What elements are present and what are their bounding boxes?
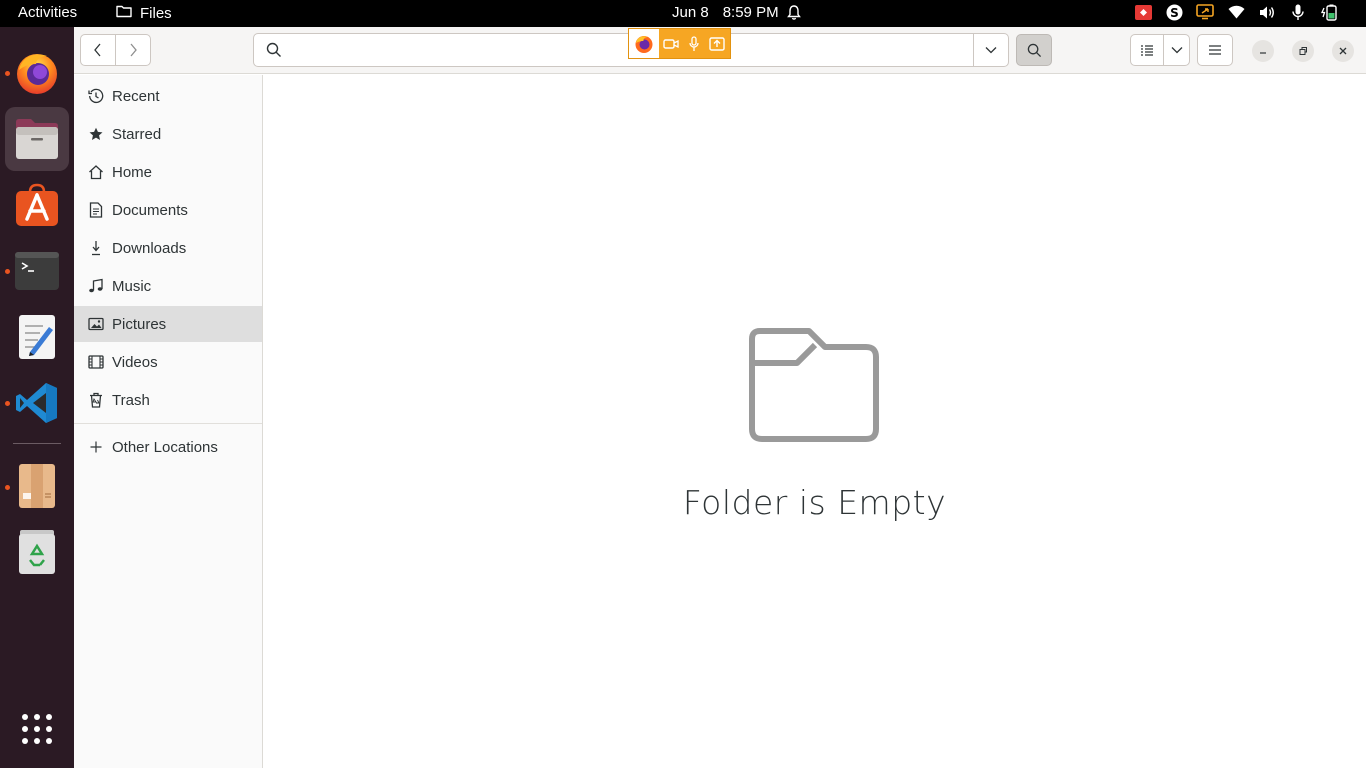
dock-files-icon[interactable] bbox=[5, 107, 69, 171]
dock-terminal-icon[interactable] bbox=[5, 239, 69, 303]
top-bar: Activities Files Jun 8 8:59 PM S bbox=[0, 0, 1366, 27]
chevron-down-icon bbox=[1171, 47, 1183, 54]
sidebar-item-label: Trash bbox=[112, 391, 150, 409]
main-menu-button[interactable] bbox=[1197, 34, 1233, 66]
video-icon bbox=[88, 354, 104, 370]
dock-vscode-icon[interactable] bbox=[5, 371, 69, 435]
sidebar-item-music[interactable]: Music bbox=[74, 268, 262, 304]
search-icon bbox=[266, 42, 282, 63]
activities-button[interactable]: Activities bbox=[18, 4, 77, 21]
empty-folder-message: Folder is Empty bbox=[682, 483, 947, 522]
sidebar-item-trash[interactable]: Trash bbox=[74, 382, 262, 418]
forward-button[interactable] bbox=[116, 35, 150, 65]
search-options-dropdown[interactable] bbox=[973, 34, 1008, 66]
battery-icon[interactable] bbox=[1320, 3, 1338, 21]
plus-icon bbox=[88, 439, 104, 455]
folder-icon bbox=[116, 4, 132, 22]
clock-time: 8:59 PM bbox=[722, 4, 779, 21]
firefox-icon bbox=[629, 29, 659, 58]
view-buttons bbox=[1130, 34, 1190, 66]
sidebar-item-label: Pictures bbox=[112, 315, 167, 333]
app-menu[interactable]: Files bbox=[116, 4, 172, 22]
sidebar: Recent Starred Home Documents Downloads … bbox=[74, 75, 263, 768]
star-icon bbox=[88, 126, 104, 142]
list-view-icon bbox=[1141, 44, 1154, 56]
system-tray[interactable]: S bbox=[1134, 3, 1338, 21]
screen-share-icon[interactable] bbox=[1196, 3, 1214, 21]
sidebar-item-label: Documents bbox=[112, 201, 188, 219]
empty-folder-icon bbox=[749, 328, 879, 447]
trash-icon bbox=[88, 392, 104, 408]
minimize-button[interactable] bbox=[1252, 40, 1274, 62]
volume-icon[interactable] bbox=[1258, 3, 1276, 21]
search-icon bbox=[1027, 43, 1041, 57]
maximize-button[interactable] bbox=[1292, 40, 1314, 62]
close-icon bbox=[1339, 47, 1347, 55]
dock-text-editor-icon[interactable] bbox=[5, 305, 69, 369]
sidebar-item-home[interactable]: Home bbox=[74, 154, 262, 190]
sidebar-item-label: Starred bbox=[112, 125, 162, 143]
notification-bell-icon[interactable] bbox=[786, 4, 802, 25]
microphone-icon bbox=[682, 29, 705, 58]
svg-text:S: S bbox=[1170, 6, 1179, 20]
sidebar-item-videos[interactable]: Videos bbox=[74, 344, 262, 380]
sidebar-item-label: Music bbox=[112, 277, 152, 295]
clock-date: Jun 8 bbox=[672, 4, 709, 21]
camera-icon bbox=[659, 29, 682, 58]
restore-icon bbox=[1299, 47, 1307, 55]
sidebar-item-label: Downloads bbox=[112, 239, 187, 257]
sidebar-item-label: Videos bbox=[112, 353, 158, 371]
sidebar-item-starred[interactable]: Starred bbox=[74, 116, 262, 152]
show-apps-grid-icon[interactable] bbox=[5, 697, 69, 761]
skype-icon[interactable]: S bbox=[1165, 3, 1183, 21]
sidebar-item-documents[interactable]: Documents bbox=[74, 192, 262, 228]
clock[interactable]: Jun 8 8:59 PM bbox=[672, 4, 779, 21]
picture-icon bbox=[88, 316, 104, 332]
home-icon bbox=[88, 164, 104, 180]
dock-archive-icon[interactable] bbox=[5, 454, 69, 518]
sidebar-item-recent[interactable]: Recent bbox=[74, 78, 262, 114]
sharing-indicator[interactable] bbox=[628, 28, 731, 59]
sidebar-item-pictures[interactable]: Pictures bbox=[74, 306, 262, 342]
dock bbox=[0, 27, 74, 768]
dock-separator bbox=[13, 443, 61, 444]
dock-software-icon[interactable] bbox=[5, 173, 69, 237]
microphone-icon[interactable] bbox=[1289, 3, 1307, 21]
dock-firefox-icon[interactable] bbox=[5, 41, 69, 105]
minimize-icon bbox=[1260, 52, 1266, 54]
sidebar-item-other-locations[interactable]: Other Locations bbox=[74, 429, 262, 465]
share-screen-icon bbox=[705, 29, 728, 58]
sidebar-separator bbox=[74, 423, 262, 424]
sidebar-item-label: Other Locations bbox=[112, 438, 218, 456]
search-toggle-button[interactable] bbox=[1016, 34, 1052, 66]
back-button[interactable] bbox=[81, 35, 115, 65]
sidebar-item-downloads[interactable]: Downloads bbox=[74, 230, 262, 266]
download-icon bbox=[88, 240, 104, 256]
sidebar-item-label: Recent bbox=[112, 87, 160, 105]
view-options-dropdown[interactable] bbox=[1164, 35, 1189, 65]
close-button[interactable] bbox=[1332, 40, 1354, 62]
dock-trash-icon[interactable] bbox=[5, 520, 69, 584]
file-view[interactable]: Folder is Empty bbox=[263, 75, 1366, 768]
hamburger-icon bbox=[1209, 45, 1221, 55]
anydesk-icon[interactable] bbox=[1134, 3, 1152, 21]
sidebar-item-label: Home bbox=[112, 163, 153, 181]
list-view-button[interactable] bbox=[1131, 35, 1163, 65]
app-name: Files bbox=[140, 4, 172, 22]
music-icon bbox=[88, 278, 104, 294]
navigation-buttons bbox=[80, 34, 151, 66]
clock-icon bbox=[88, 88, 104, 104]
wifi-icon[interactable] bbox=[1227, 3, 1245, 21]
document-icon bbox=[88, 202, 104, 218]
